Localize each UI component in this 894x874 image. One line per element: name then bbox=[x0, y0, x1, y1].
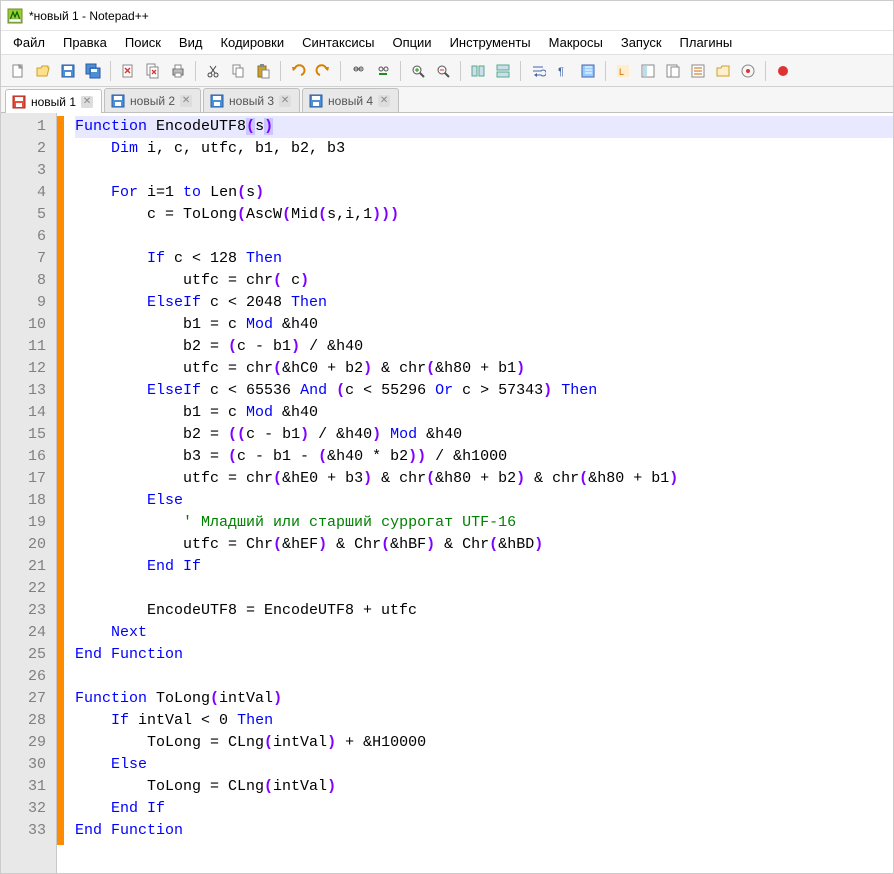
tab-close-button[interactable]: ✕ bbox=[279, 95, 291, 107]
change-marker bbox=[57, 113, 71, 873]
tab-label: новый 3 bbox=[229, 94, 274, 108]
wordwrap-button[interactable] bbox=[527, 60, 549, 82]
monitor-button[interactable] bbox=[737, 60, 759, 82]
save-blue-icon bbox=[309, 94, 323, 108]
tabbar: новый 1 ✕ новый 2 ✕ новый 3 ✕ новый 4 ✕ bbox=[1, 87, 893, 113]
line-number-gutter: 1234567891011121314151617181920212223242… bbox=[1, 113, 57, 873]
show-all-chars-button[interactable]: ¶ bbox=[552, 60, 574, 82]
close-all-button[interactable] bbox=[142, 60, 164, 82]
copy-button[interactable] bbox=[227, 60, 249, 82]
save-all-button[interactable] bbox=[82, 60, 104, 82]
toolbar-separator bbox=[280, 61, 281, 81]
notepadpp-icon bbox=[7, 8, 23, 24]
udl-button[interactable]: L bbox=[612, 60, 634, 82]
menu-plugins[interactable]: Плагины bbox=[672, 32, 741, 53]
save-button[interactable] bbox=[57, 60, 79, 82]
menu-run[interactable]: Запуск bbox=[613, 32, 670, 53]
cut-button[interactable] bbox=[202, 60, 224, 82]
tab-close-button[interactable]: ✕ bbox=[180, 95, 192, 107]
window-title: *новый 1 - Notepad++ bbox=[29, 9, 149, 23]
toolbar-separator bbox=[460, 61, 461, 81]
doc-map-button[interactable] bbox=[637, 60, 659, 82]
new-file-button[interactable] bbox=[7, 60, 29, 82]
find-button[interactable] bbox=[347, 60, 369, 82]
tab-file-1[interactable]: новый 1 ✕ bbox=[5, 89, 102, 113]
open-file-button[interactable] bbox=[32, 60, 54, 82]
tab-close-button[interactable]: ✕ bbox=[81, 96, 93, 108]
tab-file-3[interactable]: новый 3 ✕ bbox=[203, 88, 300, 112]
redo-button[interactable] bbox=[312, 60, 334, 82]
toolbar: ¶ L bbox=[1, 55, 893, 87]
svg-text:¶: ¶ bbox=[558, 66, 564, 78]
menu-options[interactable]: Опции bbox=[384, 32, 439, 53]
save-blue-icon bbox=[111, 94, 125, 108]
zoom-in-button[interactable] bbox=[407, 60, 429, 82]
sync-h-button[interactable] bbox=[492, 60, 514, 82]
code-editor[interactable]: Function EncodeUTF8(s) Dim i, c, utfc, b… bbox=[71, 113, 893, 873]
tab-label: новый 1 bbox=[31, 95, 76, 109]
toolbar-separator bbox=[340, 61, 341, 81]
tab-label: новый 2 bbox=[130, 94, 175, 108]
replace-button[interactable] bbox=[372, 60, 394, 82]
menu-file[interactable]: Файл bbox=[5, 32, 53, 53]
close-file-button[interactable] bbox=[117, 60, 139, 82]
toolbar-separator bbox=[765, 61, 766, 81]
sync-v-button[interactable] bbox=[467, 60, 489, 82]
menu-syntax[interactable]: Синтаксисы bbox=[294, 32, 382, 53]
tab-label: новый 4 bbox=[328, 94, 373, 108]
indent-guide-button[interactable] bbox=[577, 60, 599, 82]
toolbar-separator bbox=[520, 61, 521, 81]
menu-search[interactable]: Поиск bbox=[117, 32, 169, 53]
titlebar: *новый 1 - Notepad++ bbox=[1, 1, 893, 31]
menu-edit[interactable]: Правка bbox=[55, 32, 115, 53]
folder-workspace-button[interactable] bbox=[712, 60, 734, 82]
menu-tools[interactable]: Инструменты bbox=[442, 32, 539, 53]
undo-button[interactable] bbox=[287, 60, 309, 82]
menu-encoding[interactable]: Кодировки bbox=[212, 32, 292, 53]
doc-list-button[interactable] bbox=[662, 60, 684, 82]
func-list-button[interactable] bbox=[687, 60, 709, 82]
menubar: Файл Правка Поиск Вид Кодировки Синтакси… bbox=[1, 31, 893, 55]
paste-button[interactable] bbox=[252, 60, 274, 82]
save-blue-icon bbox=[210, 94, 224, 108]
tab-close-button[interactable]: ✕ bbox=[378, 95, 390, 107]
editor-area: 1234567891011121314151617181920212223242… bbox=[1, 113, 893, 873]
save-red-icon bbox=[12, 95, 26, 109]
record-macro-button[interactable] bbox=[772, 60, 794, 82]
tab-file-4[interactable]: новый 4 ✕ bbox=[302, 88, 399, 112]
toolbar-separator bbox=[605, 61, 606, 81]
toolbar-separator bbox=[400, 61, 401, 81]
toolbar-separator bbox=[195, 61, 196, 81]
menu-macros[interactable]: Макросы bbox=[541, 32, 611, 53]
toolbar-separator bbox=[110, 61, 111, 81]
print-button[interactable] bbox=[167, 60, 189, 82]
tab-file-2[interactable]: новый 2 ✕ bbox=[104, 88, 201, 112]
app-window: *новый 1 - Notepad++ Файл Правка Поиск В… bbox=[0, 0, 894, 874]
menu-view[interactable]: Вид bbox=[171, 32, 211, 53]
svg-text:L: L bbox=[619, 67, 624, 77]
zoom-out-button[interactable] bbox=[432, 60, 454, 82]
